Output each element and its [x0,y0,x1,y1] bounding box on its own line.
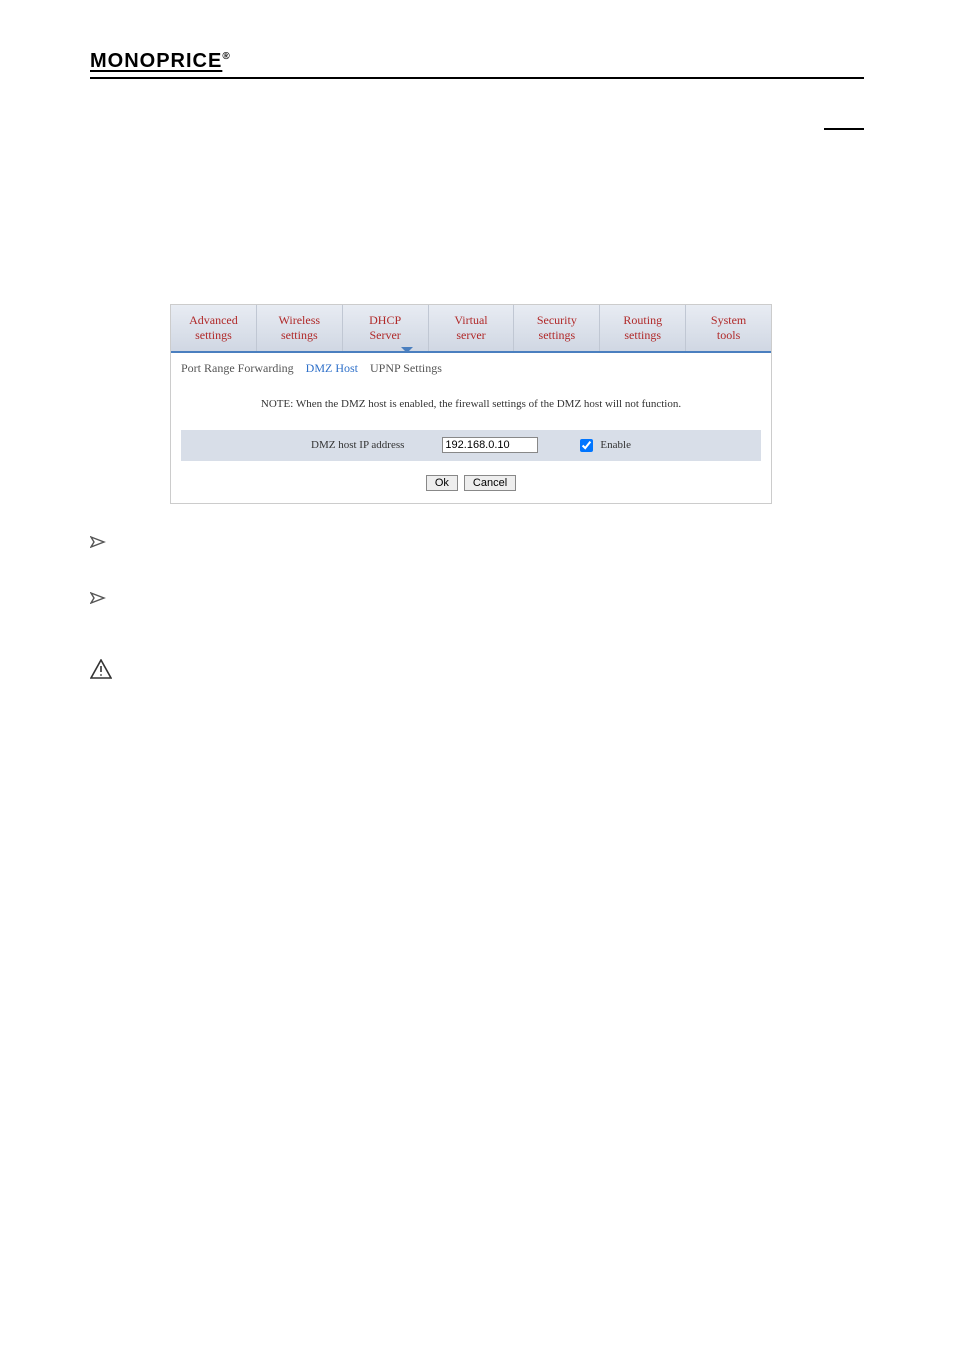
page-header: MONOPRICE® Wireless-N Router [90,50,864,79]
ui-body: NOTE: When the DMZ host is enabled, the … [171,380,771,503]
tab-advanced-settings[interactable]: Advancedsettings [171,305,257,351]
enable-checkbox[interactable] [580,439,593,452]
subtab-port-range[interactable]: Port Range Forwarding [181,361,294,376]
note-row: NOTE: When the DMZ Host is enabled, the … [90,654,864,690]
dmz-ip-input[interactable] [442,437,538,453]
bullet-list: DMZ Host IP Address: The IP address of t… [90,528,864,618]
cancel-button[interactable]: Cancel [464,475,516,491]
page-number: 44 [0,1295,954,1311]
tab-routing-settings[interactable]: Routingsettings [600,305,686,351]
tab-wireless-settings[interactable]: Wirelesssettings [257,305,343,351]
active-indicator-icon [401,347,413,353]
dmz-row: DMZ host IP address Enable [181,430,761,461]
bullet-label: DMZ Host IP Address: [124,535,300,555]
warning-icon [90,656,114,690]
note-text: When the DMZ Host is enabled, the firewa… [179,661,831,681]
tab-system-tools[interactable]: Systemtools [686,305,771,351]
sub-tabs: Port Range Forwarding DMZ Host UPNP Sett… [171,353,771,380]
router-ui-screenshot: Advancedsettings Wirelesssettings DHCPSe… [170,304,772,504]
enable-label: Enable [600,439,631,451]
ok-button[interactable]: Ok [426,475,458,491]
logo: MONOPRICE® [90,50,231,73]
tab-virtual-server[interactable]: Virtualserver [429,305,515,351]
subtab-upnp[interactable]: UPNP Settings [370,361,442,376]
bullet-text: The IP address of the computer you want … [300,535,677,555]
dmz-ip-label: DMZ host IP address [311,439,404,451]
ui-note: NOTE: When the DMZ host is enabled, the … [181,398,761,410]
bullet-text: Click the checkbox to enable the DMZ. [184,591,473,611]
main-tabs: Advancedsettings Wirelesssettings DHCPSe… [171,305,771,353]
list-item: DMZ Host IP Address: The IP address of t… [90,528,864,562]
subtab-dmz-host[interactable]: DMZ Host [306,361,358,376]
list-item: Enable: Click the checkbox to enable the… [90,584,864,618]
header-subtitle: Wireless-N Router [774,61,864,73]
tab-security-settings[interactable]: Securitysettings [514,305,600,351]
bullet-label: Enable: [124,591,184,611]
note-label: NOTE: [124,661,179,681]
logo-text: MONOPRICE [90,50,222,72]
tab-dhcp-server[interactable]: DHCPServer [343,305,429,351]
intro-paragraph: The DMZ Settings screen allows one local… [90,177,864,280]
bullet-arrow-icon [90,588,106,609]
bullet-arrow-icon [90,532,106,553]
logo-registered: ® [222,51,230,62]
corner-rule [824,128,864,130]
section-heading: 9.2 DMZ Settings [90,139,864,165]
